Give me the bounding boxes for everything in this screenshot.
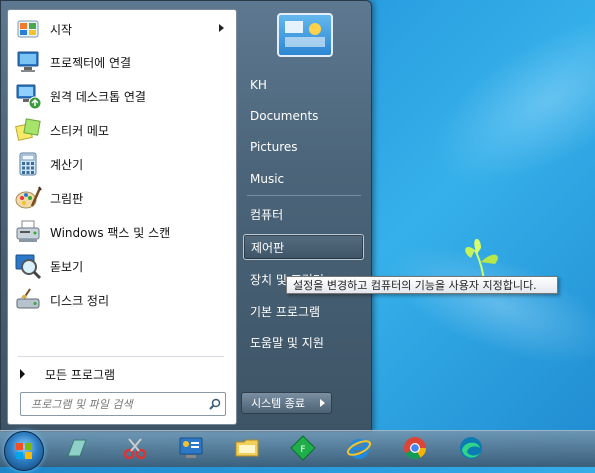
program-label: 스티커 메모	[50, 123, 110, 138]
shutdown-options-button[interactable]	[313, 392, 332, 414]
f-app-icon[interactable]: F	[288, 434, 318, 462]
right-item-label: 컴퓨터	[250, 207, 284, 222]
right-item-label: 제어판	[251, 240, 285, 255]
chrome-icon[interactable]	[400, 434, 430, 462]
paint-icon	[14, 184, 42, 212]
right-item-label: 기본 프로그램	[250, 304, 321, 319]
control-panel-tooltip: 설정을 변경하고 컴퓨터의 기능을 사용자 지정합니다.	[286, 276, 558, 294]
snipping-tool-icon[interactable]	[120, 434, 150, 462]
program-label: 돋보기	[50, 259, 84, 274]
arrow-right-icon	[20, 369, 25, 379]
program-label: 계산기	[50, 157, 84, 172]
disk-cleanup-icon	[14, 286, 42, 314]
program-item-projector[interactable]: 프로젝터에 연결	[10, 46, 232, 78]
sticky-notes-icon	[14, 116, 42, 144]
edge-icon[interactable]	[456, 434, 486, 462]
projector-icon	[14, 48, 42, 76]
user-account-picture[interactable]	[277, 13, 333, 57]
program-item-fax-scan[interactable]: Windows 팩스 및 스캔	[10, 216, 232, 248]
right-item-label: 도움말 및 지원	[250, 335, 324, 350]
submenu-arrow-icon	[219, 24, 224, 32]
desktop-light-beam	[407, 0, 595, 217]
all-programs-label: 모든 프로그램	[45, 367, 116, 382]
getting-started-icon	[14, 15, 42, 43]
all-programs-button[interactable]: 모든 프로그램	[18, 362, 228, 386]
user-picture-icon	[285, 21, 325, 47]
program-label: 디스크 정리	[50, 293, 110, 308]
right-item-control-panel[interactable]: 제어판	[243, 234, 364, 260]
search-input[interactable]	[21, 396, 205, 412]
right-item-label: KH	[250, 78, 267, 92]
right-item-music[interactable]: Music	[243, 166, 364, 192]
fax-scan-icon	[14, 218, 42, 246]
programs-pane: 시작 프로젝터에 연결 원격 데스크톱 연결 스티커 메모 계산기 그림판 Wi…	[7, 9, 237, 425]
right-pane-divider	[247, 195, 361, 196]
tooltip-text: 설정을 변경하고 컴퓨터의 기능을 사용자 지정합니다.	[293, 279, 537, 292]
right-item-label: Pictures	[250, 140, 298, 154]
control-panel-icon[interactable]	[176, 434, 206, 462]
aero-icon[interactable]	[62, 434, 92, 462]
file-explorer-icon[interactable]	[232, 434, 262, 462]
search-icon[interactable]	[205, 394, 225, 414]
shutdown-label: 시스템 종료	[250, 397, 306, 410]
start-orb-icon[interactable]	[4, 431, 44, 471]
calculator-icon	[14, 150, 42, 178]
right-item-pictures[interactable]: Pictures	[243, 134, 364, 160]
shutdown-button[interactable]: 시스템 종료	[241, 392, 315, 414]
start-menu: 시작 프로젝터에 연결 원격 데스크톱 연결 스티커 메모 계산기 그림판 Wi…	[0, 0, 372, 432]
right-item-label: Documents	[250, 109, 319, 123]
right-item-label: Music	[250, 172, 285, 186]
search-box[interactable]	[20, 392, 226, 416]
program-item-disk-cleanup[interactable]: 디스크 정리	[10, 284, 232, 316]
right-item-documents[interactable]: Documents	[243, 103, 364, 129]
program-item-paint[interactable]: 그림판	[10, 182, 232, 214]
program-item-getting-started[interactable]: 시작	[10, 13, 232, 45]
right-item-default-programs[interactable]: 기본 프로그램	[243, 298, 364, 324]
arrow-right-icon	[319, 399, 325, 407]
program-item-magnifier[interactable]: 돋보기	[10, 250, 232, 282]
magnifier-icon	[14, 252, 42, 280]
remote-desktop-icon	[14, 82, 42, 110]
right-item-computer[interactable]: 컴퓨터	[243, 201, 364, 227]
right-item-user[interactable]: KH	[243, 72, 364, 98]
program-item-calculator[interactable]: 계산기	[10, 148, 232, 180]
right-item-help-support[interactable]: 도움말 및 지원	[243, 329, 364, 355]
program-label: 그림판	[50, 191, 84, 206]
svg-text:F: F	[300, 445, 305, 455]
program-item-sticky-notes[interactable]: 스티커 메모	[10, 114, 232, 146]
programs-divider	[18, 356, 224, 357]
program-label: Windows 팩스 및 스캔	[50, 225, 171, 240]
program-label: 원격 데스크톱 연결	[50, 89, 146, 104]
program-item-remote-desktop[interactable]: 원격 데스크톱 연결	[10, 80, 232, 112]
program-label: 프로젝터에 연결	[50, 55, 132, 70]
program-label: 시작	[50, 22, 73, 37]
internet-explorer-icon[interactable]	[344, 434, 374, 462]
